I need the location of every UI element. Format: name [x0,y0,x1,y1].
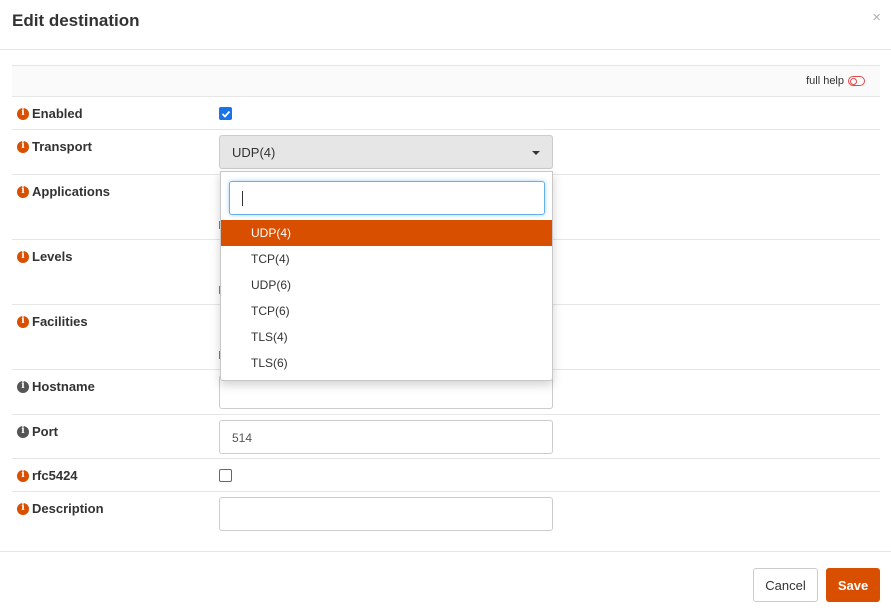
row-rfc5424: i rfc5424 [12,459,880,492]
info-icon[interactable]: i [17,469,29,482]
label-rfc5424: i rfc5424 [17,468,78,483]
dropdown-search-input[interactable] [229,181,545,215]
label-transport: i Transport [17,139,92,154]
dropdown-option[interactable]: TLS(6) [221,350,552,376]
label-description: i Description [17,501,104,516]
info-icon[interactable]: i [17,107,29,120]
row-description: i Description [12,492,880,540]
dropdown-option[interactable]: TCP(6) [221,298,552,324]
label-hostname: i Hostname [17,379,95,394]
label-text: Port [32,424,58,439]
port-input[interactable]: 514 [219,420,553,454]
row-transport: i Transport UDP(4) [12,130,880,175]
full-help-label: full help [806,75,844,87]
cancel-button[interactable]: Cancel [753,568,818,602]
description-input[interactable] [219,497,553,531]
label-text: Applications [32,184,111,199]
label-enabled: i Enabled [17,106,83,121]
info-icon[interactable]: i [17,502,29,515]
label-text: Description [32,501,104,516]
label-text: Facilities [32,314,88,329]
transport-select-value: UDP(4) [232,145,276,160]
label-applications: i Applications [17,184,110,199]
toggle-icon [848,76,865,86]
info-icon[interactable]: i [17,315,29,328]
label-facilities: i Facilities [17,314,88,329]
row-port: i Port 514 [12,415,880,459]
caret-down-icon [532,151,540,155]
info-icon[interactable]: i [17,380,29,393]
dropdown-option[interactable]: TCP(4) [221,246,552,272]
transport-dropdown: UDP(4) TCP(4) UDP(6) TCP(6) TLS(4) TLS(6… [220,171,553,381]
check-icon [221,110,230,118]
text-cursor [242,191,243,206]
label-text: Hostname [32,379,95,394]
dropdown-option[interactable]: TLS(4) [221,324,552,350]
modal-header: Edit destination × [0,0,891,50]
row-enabled: i Enabled [12,97,880,130]
info-icon[interactable]: i [17,425,29,438]
info-icon[interactable]: i [17,185,29,198]
label-text: Enabled [32,106,83,121]
label-levels: i Levels [17,249,72,264]
save-button[interactable]: Save [826,568,880,602]
enabled-checkbox[interactable] [219,107,232,120]
dropdown-option[interactable]: UDP(6) [221,272,552,298]
label-text: Levels [32,249,73,264]
full-help-toggle[interactable]: full help [806,75,865,87]
close-icon[interactable]: × [872,9,881,26]
label-port: i Port [17,424,58,439]
label-text: rfc5424 [32,468,78,483]
info-icon[interactable]: i [17,140,29,153]
dropdown-option[interactable]: UDP(4) [221,220,552,246]
info-icon[interactable]: i [17,250,29,263]
rfc5424-checkbox[interactable] [219,469,232,482]
help-row: full help [12,65,880,97]
transport-select[interactable]: UDP(4) [219,135,553,169]
modal-title: Edit destination [12,11,140,30]
modal-footer: Cancel Save [0,551,891,612]
label-text: Transport [32,139,92,154]
